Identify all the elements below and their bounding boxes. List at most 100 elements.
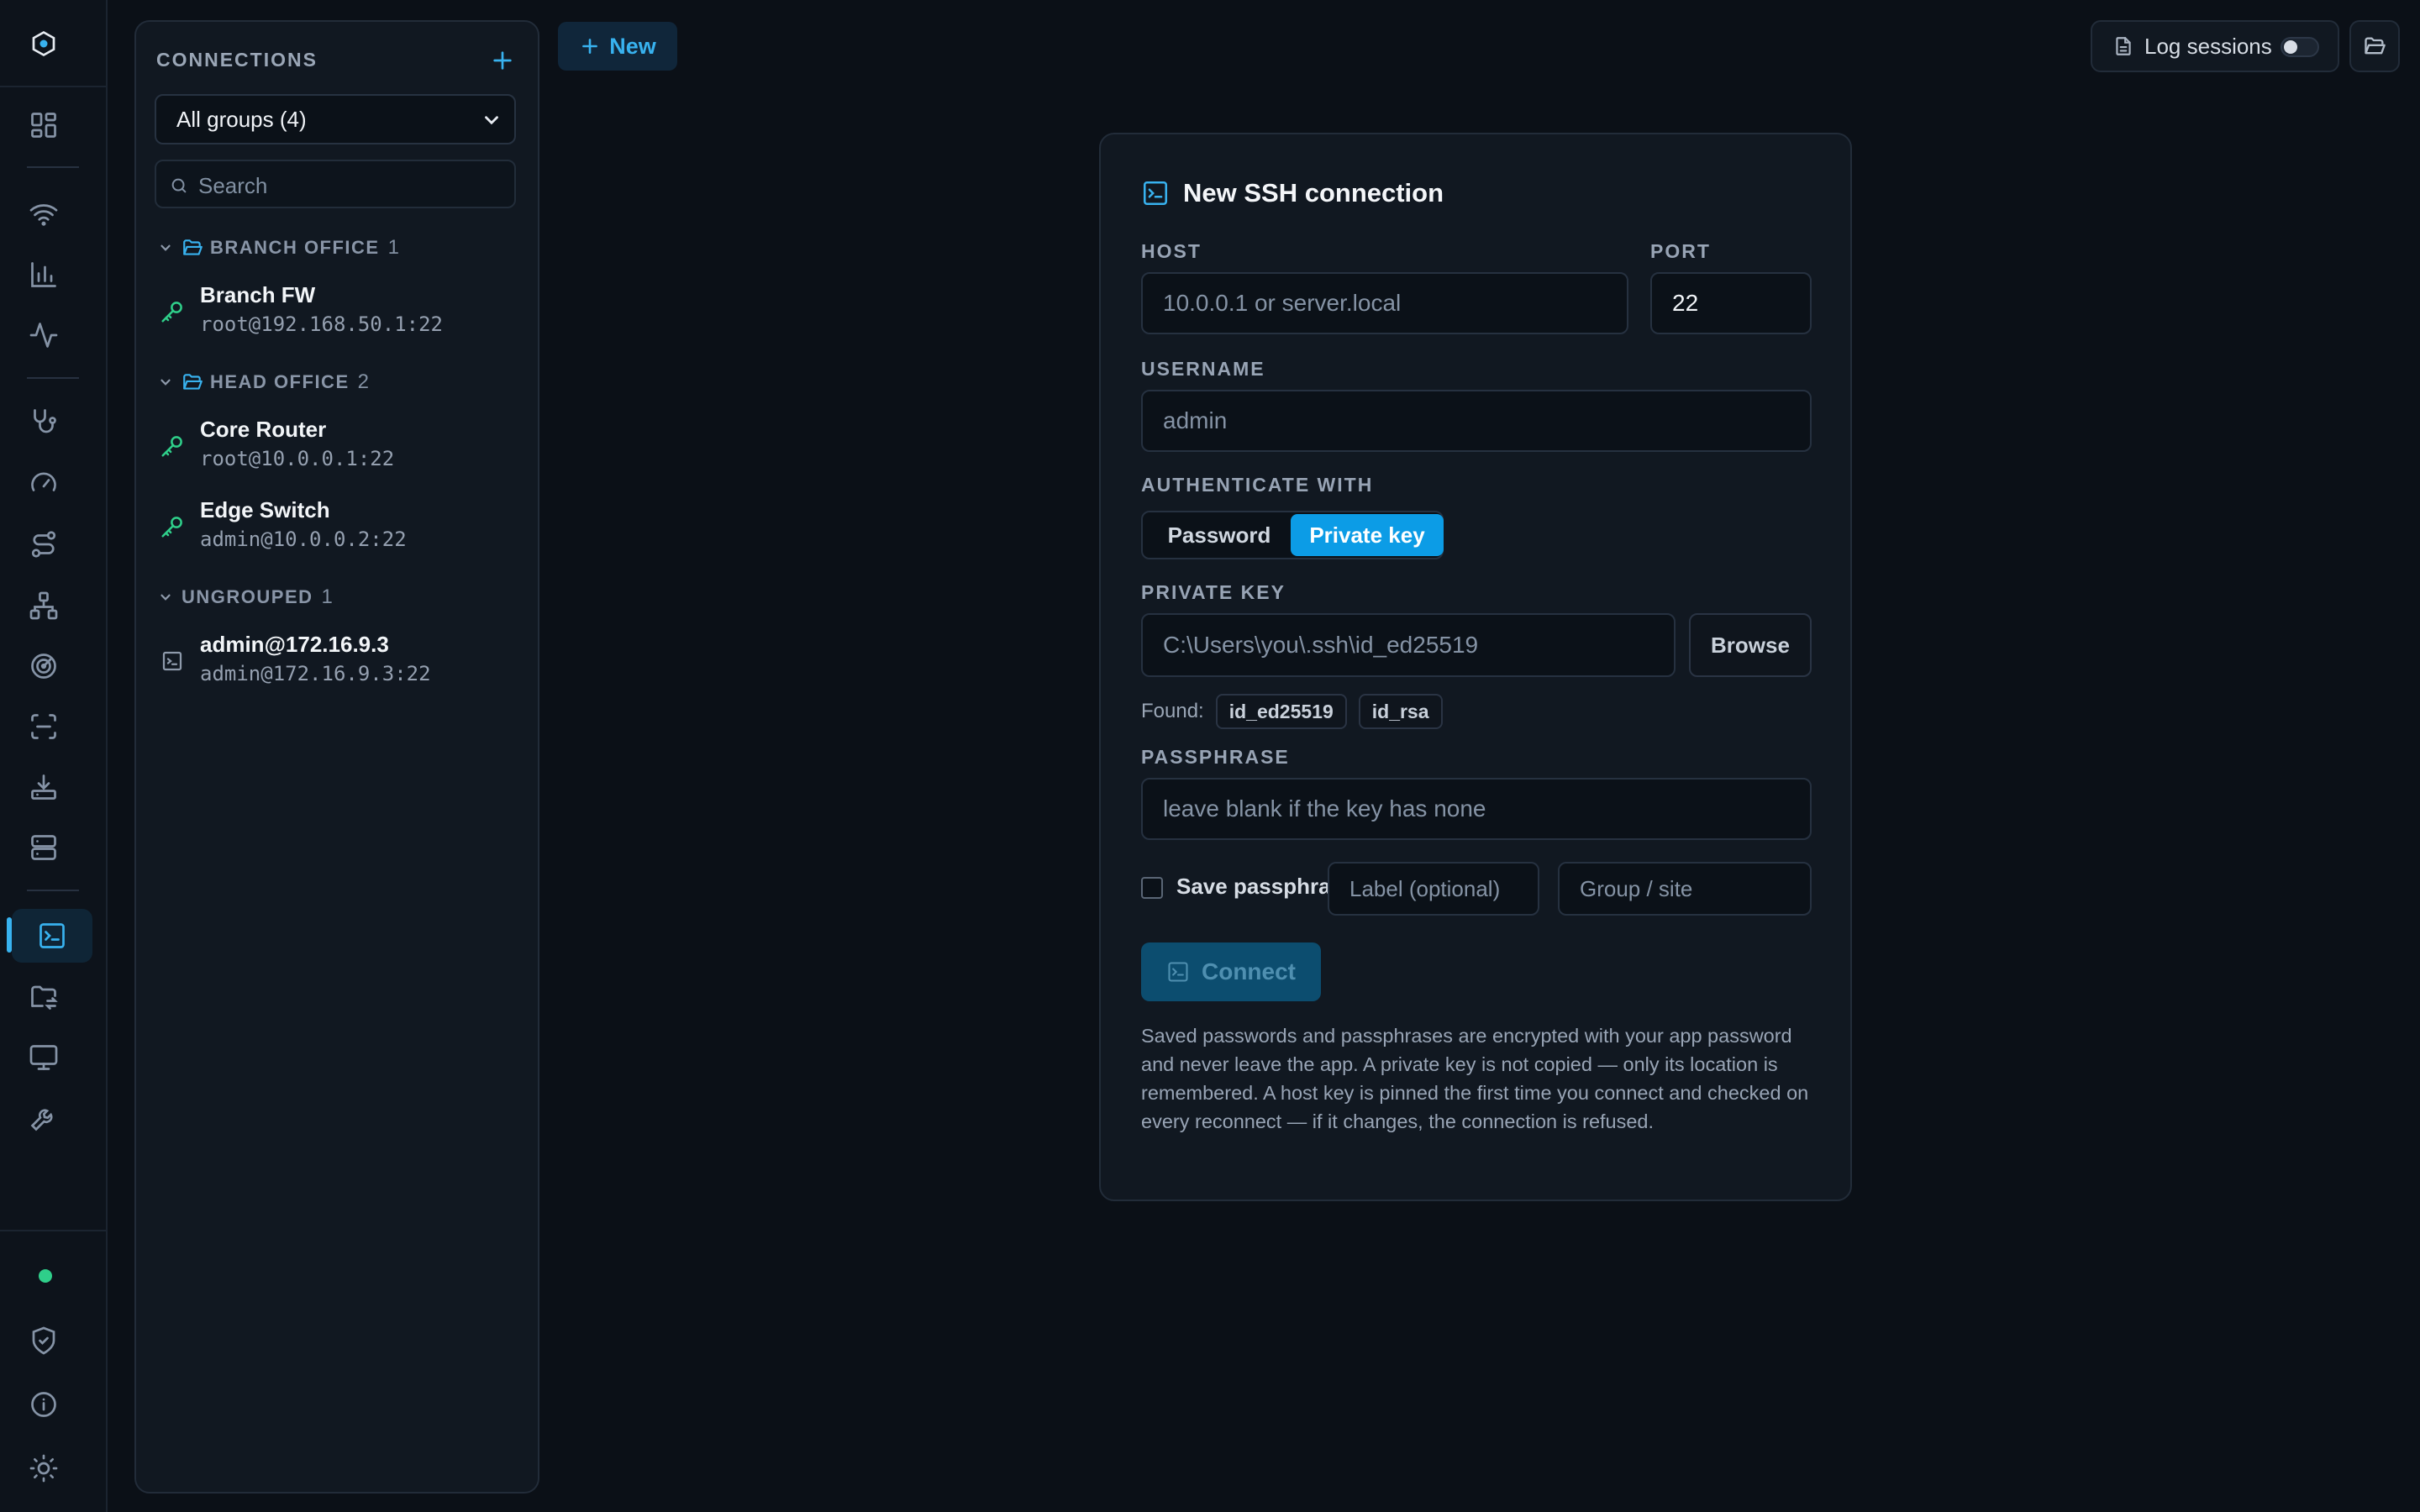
auth-method-toggle: Password Private key <box>1141 511 1444 559</box>
passphrase-placeholder: leave blank if the key has none <box>1163 795 1486 822</box>
card-title-text: New SSH connection <box>1183 178 1444 207</box>
info-icon[interactable] <box>20 1381 67 1428</box>
group-header-branch-office[interactable]: BRANCH OFFICE 1 <box>158 234 399 262</box>
key-icon <box>160 514 185 539</box>
connection-item[interactable]: Core Router root@10.0.0.1:22 <box>155 412 516 479</box>
file-text-icon <box>2116 37 2131 55</box>
folder-sync-icon[interactable] <box>20 974 67 1021</box>
private-key-placeholder: C:\Users\you\.ssh\id_ed25519 <box>1163 632 1479 658</box>
label-placeholder: Label (optional) <box>1349 875 1501 901</box>
stethoscope-icon[interactable] <box>20 398 67 445</box>
found-keys: Found: id_ed25519 id_rsa <box>1141 694 1443 729</box>
scan-icon[interactable] <box>20 703 67 750</box>
terminal-icon[interactable] <box>12 909 92 963</box>
private-key-input[interactable]: C:\Users\you\.ssh\id_ed25519 <box>1141 613 1676 677</box>
panel-title: CONNECTIONS <box>156 49 318 71</box>
group-name: UNGROUPED <box>182 586 313 607</box>
folder-open-icon <box>2365 37 2386 55</box>
found-label: Found: <box>1141 700 1204 722</box>
group-header-head-office[interactable]: HEAD OFFICE 2 <box>158 368 369 396</box>
connections-panel: CONNECTIONS All groups (4) Search BRANCH… <box>134 20 539 1494</box>
connect-label: Connect <box>1202 958 1296 984</box>
new-connection-card: New SSH connection HOST PORT 10.0.0.1 or… <box>1099 133 1852 1201</box>
nav-rail <box>0 0 108 1512</box>
username-input[interactable]: admin <box>1141 390 1812 452</box>
chevron-down-icon <box>485 116 498 125</box>
connection-address: root@10.0.0.1:22 <box>200 447 395 470</box>
card-title: New SSH connection <box>1141 178 1444 208</box>
browse-button[interactable]: Browse <box>1689 613 1812 677</box>
security-note: Saved passwords and passphrases are encr… <box>1141 1025 1809 1132</box>
group-placeholder: Group / site <box>1580 875 1693 901</box>
auth-label: AUTHENTICATE WITH <box>1141 474 1374 496</box>
group-count: 2 <box>357 370 369 393</box>
monitor-icon[interactable] <box>20 1034 67 1081</box>
group-filter-select[interactable]: All groups (4) <box>155 94 516 144</box>
connection-name: Edge Switch <box>200 497 330 522</box>
key-icon <box>160 299 185 324</box>
connection-item[interactable]: Edge Switch admin@10.0.0.2:22 <box>155 492 516 559</box>
server-icon[interactable] <box>20 824 67 871</box>
sun-icon[interactable] <box>20 1445 67 1492</box>
activity-icon[interactable] <box>20 312 67 359</box>
group-name: HEAD OFFICE <box>210 371 350 392</box>
port-label: PORT <box>1650 240 1711 262</box>
terminal-icon <box>160 648 185 674</box>
toggle-switch[interactable] <box>2281 37 2319 57</box>
search-input[interactable]: Search <box>155 160 516 208</box>
connection-item[interactable]: admin@172.16.9.3 admin@172.16.9.3:22 <box>155 627 516 694</box>
wifi-icon[interactable] <box>20 191 67 238</box>
key-chip[interactable]: id_ed25519 <box>1215 694 1347 729</box>
passphrase-label: PASSPHRASE <box>1141 746 1290 768</box>
label-input[interactable]: Label (optional) <box>1328 862 1539 916</box>
connection-address: admin@172.16.9.3:22 <box>200 662 431 685</box>
group-filter-value: All groups (4) <box>176 106 307 132</box>
connection-item[interactable]: Branch FW root@192.168.50.1:22 <box>155 277 516 344</box>
username-label: USERNAME <box>1141 358 1265 380</box>
auth-option-password[interactable]: Password <box>1148 514 1291 556</box>
network-icon[interactable] <box>20 582 67 629</box>
add-connection-button[interactable] <box>487 45 518 76</box>
connection-address: admin@10.0.0.2:22 <box>200 528 407 551</box>
key-icon <box>160 433 185 459</box>
connection-name: admin@172.16.9.3 <box>200 632 389 657</box>
gauge-icon[interactable] <box>20 460 67 507</box>
route-icon[interactable] <box>20 521 67 568</box>
log-sessions-label: Log sessions <box>2144 33 2272 59</box>
connection-name: Branch FW <box>200 282 316 307</box>
chevron-down-icon <box>160 244 171 251</box>
host-label: HOST <box>1141 240 1202 262</box>
open-folder-button[interactable] <box>2349 20 2400 72</box>
connect-button[interactable]: Connect <box>1141 942 1321 1001</box>
shield-check-icon[interactable] <box>20 1317 67 1364</box>
auth-option-private-key[interactable]: Private key <box>1291 514 1444 556</box>
group-count: 1 <box>321 585 333 608</box>
group-count: 1 <box>387 236 399 259</box>
bar-chart-icon[interactable] <box>20 251 67 298</box>
passphrase-input[interactable]: leave blank if the key has none <box>1141 778 1812 840</box>
plus-icon <box>493 51 512 70</box>
status-dot <box>39 1269 52 1283</box>
log-sessions-toggle[interactable]: Log sessions <box>2091 20 2339 72</box>
port-value: 22 <box>1672 290 1699 316</box>
chevron-down-icon <box>160 594 171 601</box>
host-placeholder: 10.0.0.1 or server.local <box>1163 290 1402 316</box>
plus-icon <box>582 39 598 54</box>
tools-icon[interactable] <box>20 1095 67 1142</box>
app-logo-icon[interactable] <box>20 20 67 67</box>
save-passphrase-checkbox[interactable] <box>1141 877 1163 899</box>
terminal-icon <box>1143 181 1168 206</box>
radar-icon[interactable] <box>20 643 67 690</box>
group-input[interactable]: Group / site <box>1558 862 1812 916</box>
search-placeholder: Search <box>198 173 268 198</box>
dashboard-icon[interactable] <box>20 102 67 149</box>
terminal-icon <box>1168 962 1188 982</box>
search-icon <box>171 178 187 193</box>
host-input[interactable]: 10.0.0.1 or server.local <box>1141 272 1628 334</box>
group-header-ungrouped[interactable]: UNGROUPED 1 <box>158 583 333 612</box>
port-input[interactable]: 22 <box>1650 272 1812 334</box>
new-connection-button[interactable]: New <box>558 22 677 71</box>
download-icon[interactable] <box>20 764 67 811</box>
key-chip[interactable]: id_rsa <box>1358 694 1443 729</box>
connection-address: root@192.168.50.1:22 <box>200 312 443 336</box>
